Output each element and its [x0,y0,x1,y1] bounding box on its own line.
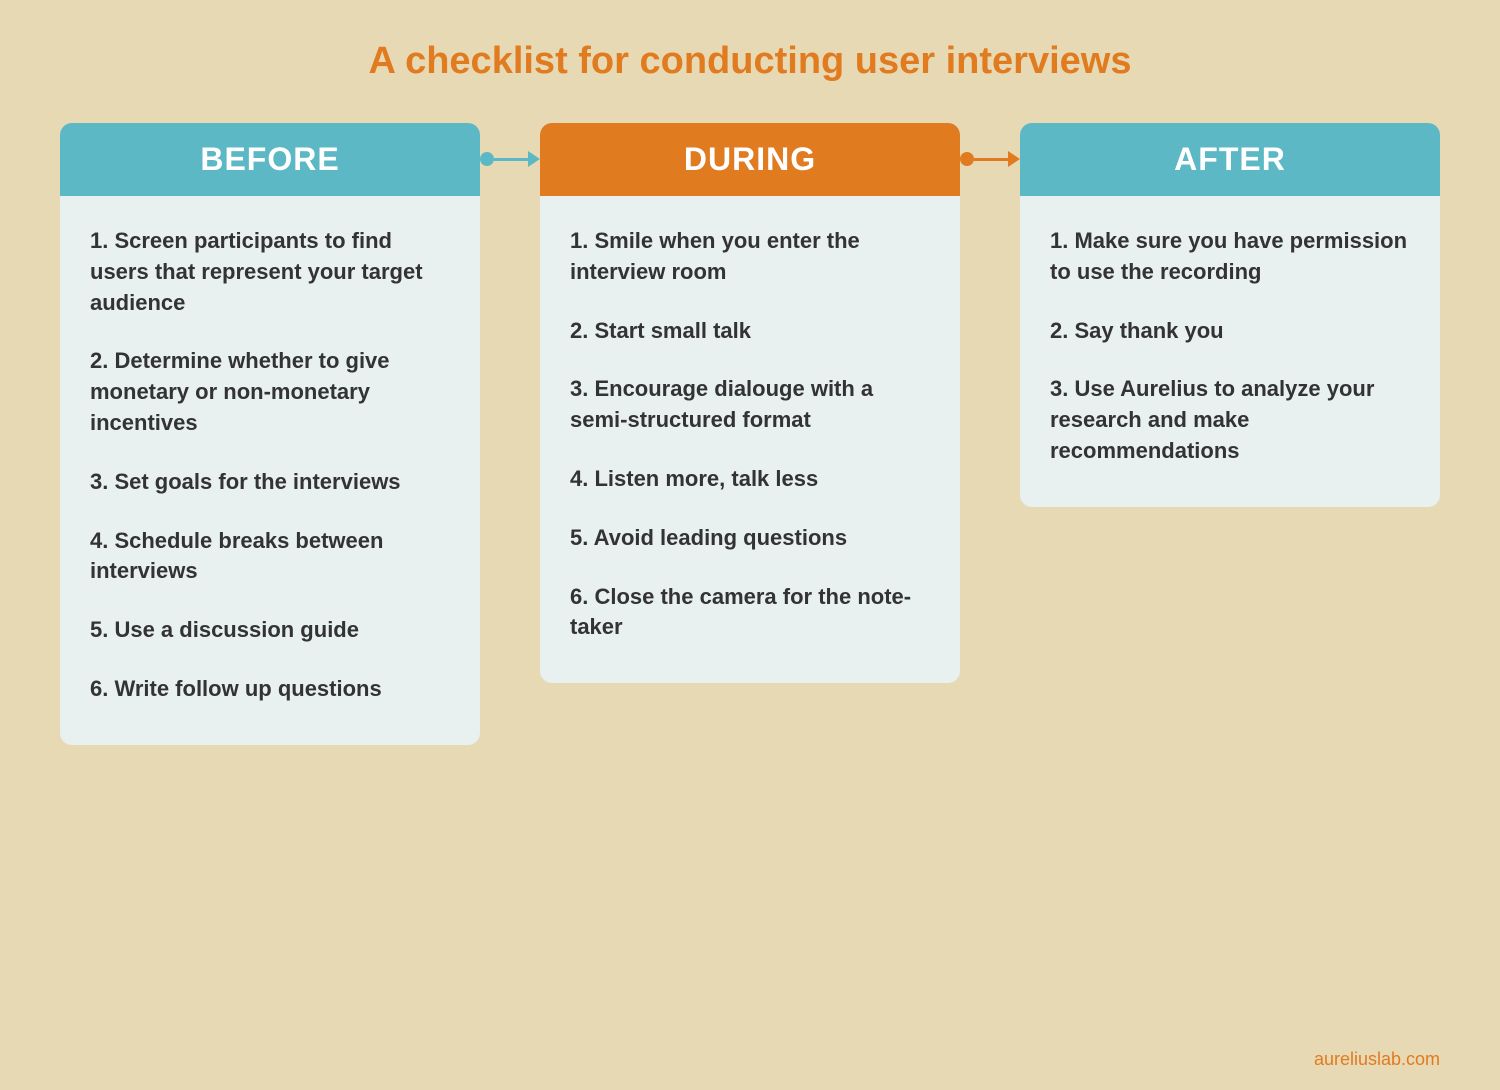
connector-2-arrow [1008,151,1020,167]
before-item-2: 2. Determine whether to give monetary or… [90,346,450,438]
before-item-1: 1. Screen participants to find users tha… [90,226,450,318]
during-header: DURING [540,123,960,196]
connector-2-inner [960,151,1020,167]
connector-1 [480,123,540,745]
before-item-5: 5. Use a discussion guide [90,615,450,646]
watermark: aureliuslab.com [1314,1049,1440,1070]
connector-1-inner [480,151,540,167]
after-column: AFTER 1. Make sure you have permission t… [1020,123,1440,507]
connector-2-dot-left [960,152,974,166]
after-column-wrap: AFTER 1. Make sure you have permission t… [1020,123,1440,745]
connector-2 [960,123,1020,745]
during-item-3: 3. Encourage dialouge with a semi-struct… [570,374,930,436]
during-column-wrap: DURING 1. Smile when you enter the inter… [540,123,960,745]
after-item-3: 3. Use Aurelius to analyze your research… [1050,374,1410,466]
page-title: A checklist for conducting user intervie… [368,40,1131,83]
during-column: DURING 1. Smile when you enter the inter… [540,123,960,683]
columns-container: BEFORE 1. Screen participants to find us… [60,123,1440,745]
before-item-3: 3. Set goals for the interviews [90,467,450,498]
after-item-2: 2. Say thank you [1050,316,1410,347]
during-item-1: 1. Smile when you enter the interview ro… [570,226,930,288]
connector-1-line [494,158,528,161]
after-header: AFTER [1020,123,1440,196]
during-item-4: 4. Listen more, talk less [570,464,930,495]
before-column-wrap: BEFORE 1. Screen participants to find us… [60,123,480,745]
after-body: 1. Make sure you have permission to use … [1020,196,1440,507]
connector-2-line [974,158,1008,161]
during-body: 1. Smile when you enter the interview ro… [540,196,960,683]
before-column: BEFORE 1. Screen participants to find us… [60,123,480,745]
after-item-1: 1. Make sure you have permission to use … [1050,226,1410,288]
before-item-6: 6. Write follow up questions [90,674,450,705]
connector-1-arrow [528,151,540,167]
before-body: 1. Screen participants to find users tha… [60,196,480,745]
before-header: BEFORE [60,123,480,196]
during-item-2: 2. Start small talk [570,316,930,347]
before-item-4: 4. Schedule breaks between interviews [90,526,450,588]
connector-1-dot-left [480,152,494,166]
during-item-5: 5. Avoid leading questions [570,523,930,554]
during-item-6: 6. Close the camera for the note-taker [570,582,930,644]
